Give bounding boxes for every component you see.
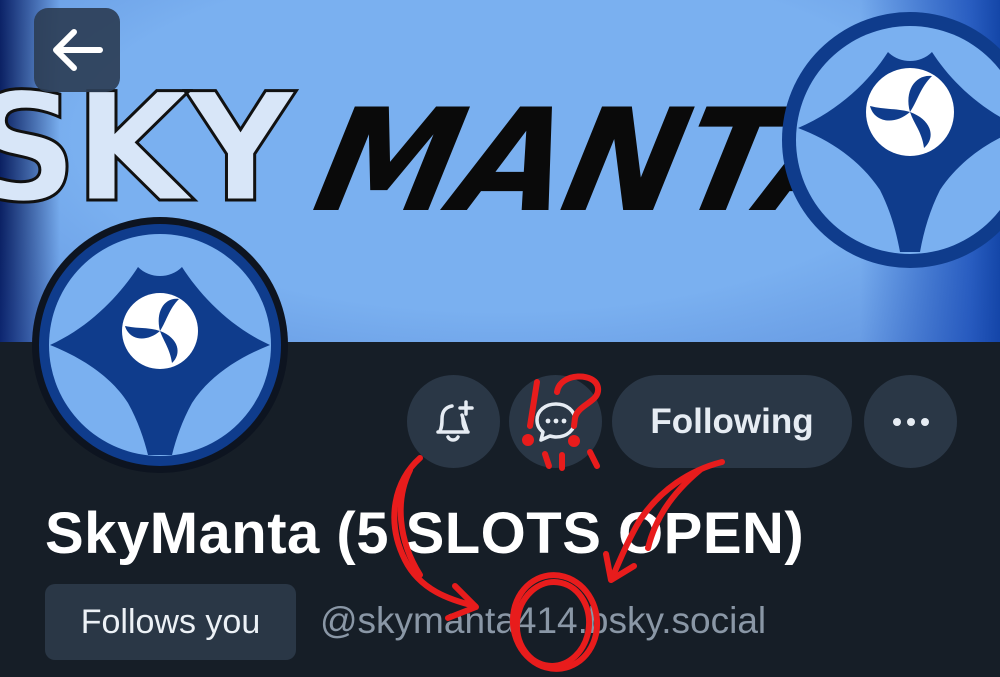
chat-bubble-icon (534, 401, 577, 442)
profile-handle: @skymanta414.bsky.social (320, 600, 767, 641)
bell-plus-icon (435, 399, 474, 442)
subscribe-notifications-button[interactable] (407, 375, 500, 468)
profile-display-name: SkyManta (5 SLOTS OPEN) (45, 501, 805, 566)
message-button[interactable] (509, 375, 602, 468)
follows-you-badge: Follows you (45, 584, 296, 660)
ellipsis-icon (892, 417, 929, 426)
following-button[interactable]: Following (612, 375, 852, 468)
avatar[interactable] (30, 215, 290, 475)
back-button[interactable] (34, 8, 120, 92)
more-options-button[interactable] (864, 375, 957, 468)
arrow-left-icon (53, 29, 103, 71)
